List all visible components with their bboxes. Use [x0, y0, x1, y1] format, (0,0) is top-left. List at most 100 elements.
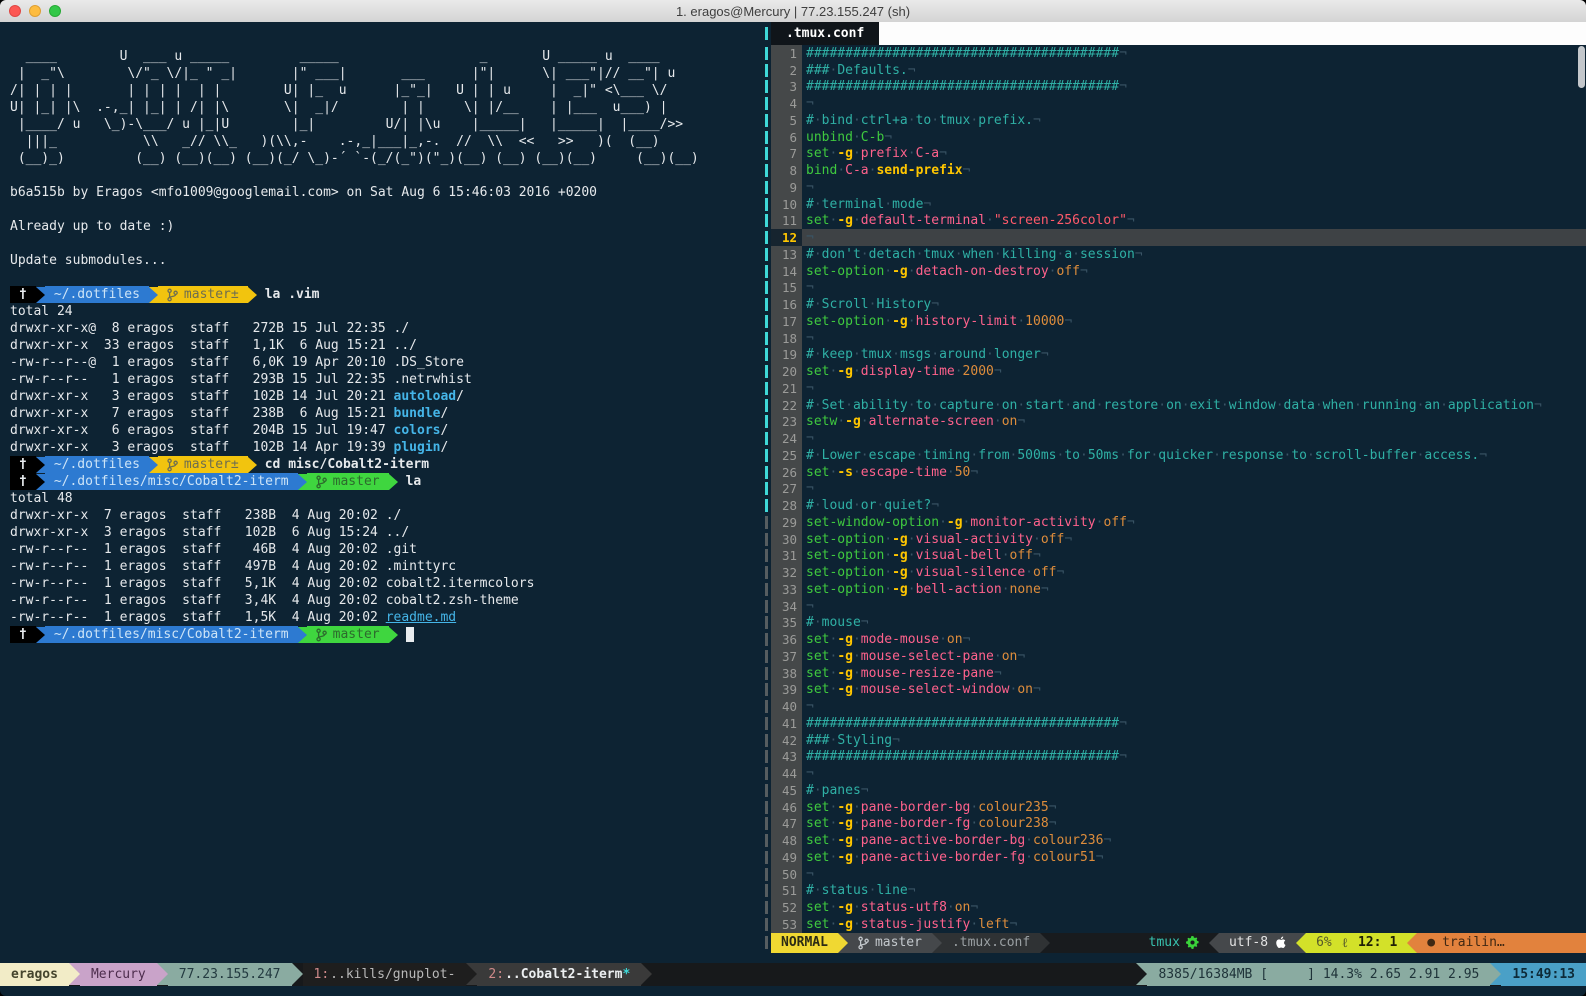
- gutter-change-marker: [762, 213, 771, 230]
- git-branch-icon: [316, 475, 327, 489]
- file-row: -rw-r--r-- 1 eragos staff 1,5K 4 Aug 20:…: [10, 609, 762, 626]
- gutter-change-marker: [762, 615, 771, 632]
- code-text: set·-g·mode-mouse·on¬: [802, 631, 1586, 648]
- editor-line: 27¬: [762, 481, 1586, 498]
- statusline-encoding: utf-8: [1219, 933, 1296, 953]
- line-number: 16: [771, 296, 802, 313]
- line-number: 23: [771, 414, 802, 431]
- editor-line: 19#·keep·tmux·msgs·around·longer¬: [762, 347, 1586, 364]
- gutter-change-marker: [762, 497, 771, 514]
- editor-line: 28#·loud·or·quiet?¬: [762, 497, 1586, 514]
- powerline-separator: [1209, 933, 1219, 953]
- file-row: -rw-r--r-- 1 eragos staff 497B 4 Aug 20:…: [10, 558, 762, 575]
- shell-pane[interactable]: ____ U ___ u _____ _____ _ U _____ u ___…: [0, 22, 762, 996]
- gutter-change-marker: [762, 682, 771, 699]
- prompt-row-4: †~/.dotfiles/misc/Cobalt2-itermmaster: [10, 626, 762, 643]
- editor-line: 18¬: [762, 330, 1586, 347]
- powerline-separator: [838, 933, 848, 953]
- statusline-git-branch: master: [848, 933, 932, 953]
- file-listing-1: total 24drwxr-xr-x@ 8 eragos staff 272B …: [10, 303, 762, 456]
- gutter-change-marker: [762, 916, 771, 933]
- code-text: ###·Defaults.¬: [802, 62, 1586, 79]
- vim-buffer[interactable]: 1#######################################…: [762, 45, 1586, 933]
- line-number: 18: [771, 330, 802, 347]
- code-text: set-option·-g·detach-on-destroy·off¬: [802, 263, 1586, 280]
- prompt-path-segment: ~/.dotfiles/misc/Cobalt2-iterm: [45, 626, 298, 643]
- file-meta: drwxr-xr-x 6 eragos staff 204B 15 Jul 19…: [10, 423, 394, 438]
- gutter-change-marker: [762, 899, 771, 916]
- gutter-change-marker: [762, 162, 771, 179]
- gutter-change-marker: [762, 45, 771, 62]
- file-row: -rw-r--r--@ 1 eragos staff 6,0K 19 Apr 2…: [10, 354, 762, 371]
- line-number-icon: ℓ: [1342, 935, 1348, 951]
- file-name: cobalt2.zsh-theme: [386, 593, 519, 608]
- file-row: -rw-r--r-- 1 eragos staff 5,1K 4 Aug 20:…: [10, 575, 762, 592]
- prompt-path-segment: ~/.dotfiles/misc/Cobalt2-iterm: [45, 473, 298, 490]
- file-name: ../: [394, 338, 417, 353]
- gutter-change-marker: [762, 749, 771, 766]
- line-number: 6: [771, 129, 802, 146]
- code-text: ¬: [802, 229, 1586, 246]
- code-text: set·-s·escape-time·50¬: [802, 464, 1586, 481]
- file-link[interactable]: readme.md: [386, 610, 456, 625]
- directory-name: bundle: [394, 406, 441, 421]
- apple-logo-icon: [1275, 936, 1286, 949]
- tmux-window[interactable]: 1:..kills/gnuplot-: [303, 963, 467, 986]
- file-meta: -rw-r--r--@ 1 eragos staff 6,0K 19 Apr 2…: [10, 355, 394, 370]
- file-meta: -rw-r--r-- 1 eragos staff 5,1K 4 Aug 20:…: [10, 576, 386, 591]
- file-name: .git: [386, 542, 417, 557]
- gutter-change-marker: [762, 782, 771, 799]
- typed-command: la .vim: [257, 287, 320, 302]
- editor-line: 1#######################################…: [762, 45, 1586, 62]
- code-text: #·keep·tmux·msgs·around·longer¬: [802, 347, 1586, 364]
- ascii-art-banner: ____ U ___ u _____ _____ _ U _____ u ___…: [10, 48, 762, 167]
- gutter-change-marker: [762, 531, 771, 548]
- editor-line: 13#·don't·detach·tmux·when·killing·a·ses…: [762, 246, 1586, 263]
- vim-tab-tmux-conf[interactable]: .tmux.conf: [771, 22, 879, 45]
- editor-line: 2###·Defaults.¬: [762, 62, 1586, 79]
- minimize-button[interactable]: [29, 5, 41, 17]
- tmux-system-stats-segment: 8385/16384MB [ ] 14.3% 2.65 2.91 2.95: [1147, 963, 1490, 986]
- vim-statusline: NORMALmaster.tmux.conftmuxutf-86%ℓ12:1●t…: [762, 933, 1586, 953]
- code-text: setw·-g·alternate-screen·on¬: [802, 414, 1586, 431]
- prompt-git-segment: master: [307, 626, 389, 643]
- editor-line: 17set-option·-g·history-limit·10000¬: [762, 313, 1586, 330]
- file-meta: drwxr-xr-x 7 eragos staff 238B 4 Aug 20:…: [10, 508, 386, 523]
- gutter-change-marker: [762, 146, 771, 163]
- line-number: 5: [771, 112, 802, 129]
- file-row: drwxr-xr-x 6 eragos staff 204B 15 Jul 19…: [10, 422, 762, 439]
- tmux-window-active[interactable]: 2:..Cobalt2-iterm*: [477, 963, 641, 986]
- gutter-change-marker: [762, 330, 771, 347]
- pane-border-tick: [762, 22, 771, 45]
- zoom-button[interactable]: [49, 5, 61, 17]
- terminal-cursor: [406, 627, 414, 642]
- statusline-plugin-area: tmux: [1050, 933, 1209, 953]
- code-text: set-option·-g·visual-silence·off¬: [802, 564, 1586, 581]
- editor-line: 51#·status·line¬: [762, 883, 1586, 900]
- line-number: 13: [771, 246, 802, 263]
- statusline-filename: .tmux.conf: [942, 933, 1040, 953]
- file-row: drwxr-xr-x 3 eragos staff 102B 14 Jul 20…: [10, 388, 762, 405]
- line-number: 3: [771, 79, 802, 96]
- vim-tabline-fill: [879, 22, 1586, 45]
- powerline-separator: [1490, 963, 1501, 985]
- file-name: ./: [386, 508, 402, 523]
- close-button[interactable]: [9, 5, 21, 17]
- gutter-change-marker: [762, 280, 771, 297]
- file-row: -rw-r--r-- 1 eragos staff 46B 4 Aug 20:0…: [10, 541, 762, 558]
- vim-pane[interactable]: .tmux.conf 1############################…: [762, 22, 1586, 996]
- scrollbar-thumb[interactable]: [1578, 46, 1585, 88]
- typed-command: cd misc/Cobalt2-iterm: [257, 457, 429, 472]
- tmux-host-segment: Mercury: [80, 963, 157, 986]
- line-number: 52: [771, 899, 802, 916]
- prompt-git-segment: master: [307, 473, 389, 490]
- line-number: 12: [771, 229, 802, 246]
- editor-line: 6unbind·C-b¬: [762, 129, 1586, 146]
- gutter-change-marker: [762, 112, 771, 129]
- code-text: ¬: [802, 280, 1586, 297]
- prompt-status-segment: †: [10, 473, 36, 490]
- tmux-status-bar: eragosMercury77.23.155.2471:..kills/gnup…: [0, 963, 1586, 986]
- file-meta: drwxr-xr-x 3 eragos staff 102B 14 Jul 20…: [10, 389, 394, 404]
- powerline-separator: [298, 474, 307, 490]
- vim-tabline: .tmux.conf: [762, 22, 1586, 45]
